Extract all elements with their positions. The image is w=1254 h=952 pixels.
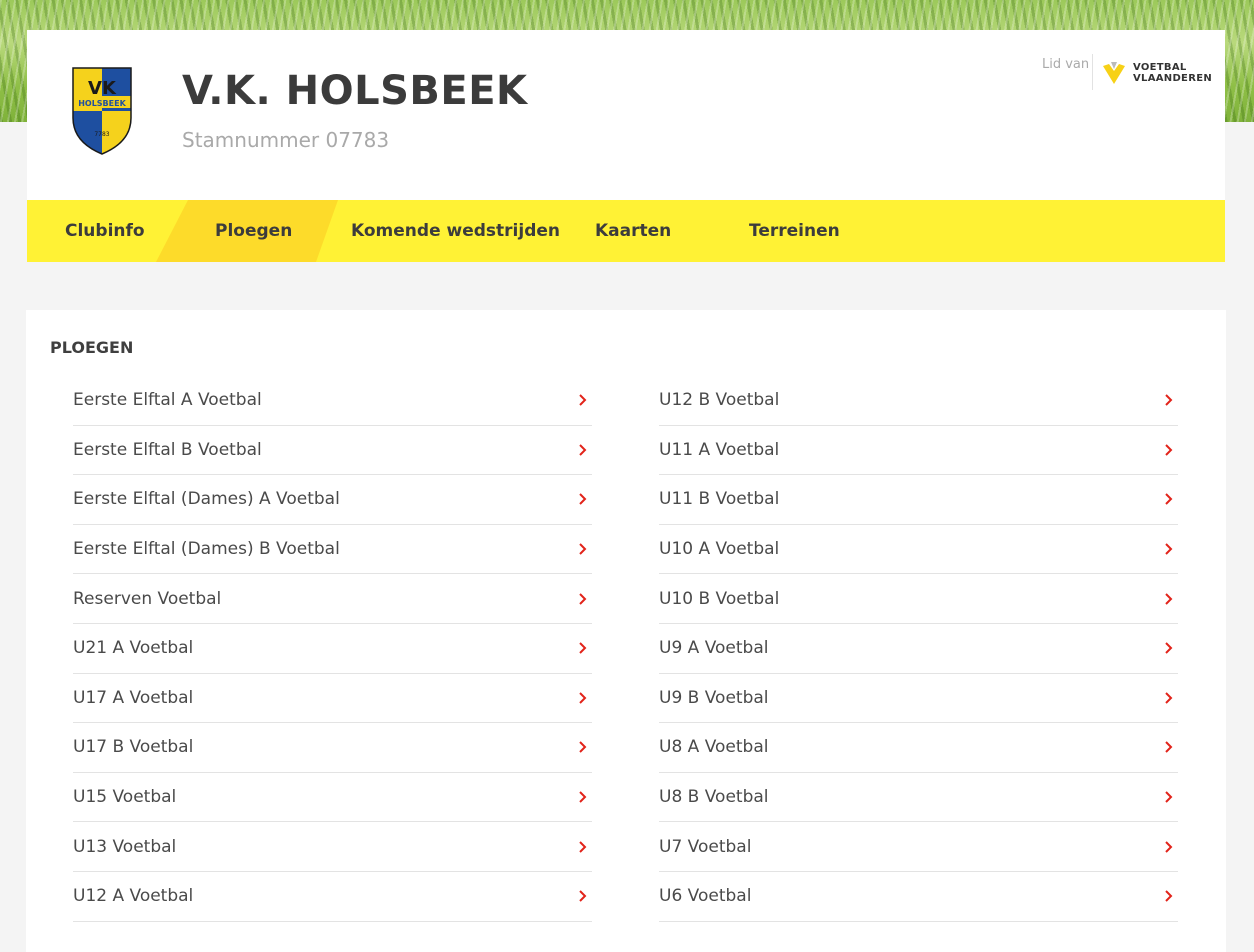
teams-card: PLOEGEN Eerste Elftal A Voetbal Eerste El… — [26, 310, 1226, 952]
chevron-right-icon — [1165, 444, 1173, 456]
chevron-right-icon — [579, 741, 587, 754]
chevron-right-icon — [579, 592, 587, 605]
team-name: U21 A Voetbal — [73, 638, 194, 659]
chevron-right-icon — [1165, 692, 1173, 704]
team-row[interactable]: U11 B Voetbal — [659, 475, 1178, 525]
club-header: VK HOLSBEEK 7783 V.K. HOLSBEEK Stamnumme… — [27, 30, 1225, 200]
team-row[interactable]: U8 B Voetbal — [659, 773, 1178, 823]
member-of-label: Lid van — [1042, 57, 1090, 72]
voetbal-vlaanderen-logo[interactable]: VOETBAL VLAANDEREN — [1101, 60, 1212, 86]
chevron-right-icon — [579, 692, 587, 704]
team-row[interactable]: U11 A Voetbal — [659, 426, 1178, 476]
chevron-right-icon — [1165, 394, 1173, 407]
team-name: U10 A Voetbal — [659, 539, 780, 560]
nav-item-kaarten[interactable]: Kaarten — [595, 200, 671, 262]
team-name: U9 A Voetbal — [659, 638, 769, 659]
chevron-right-icon — [1165, 840, 1173, 853]
chevron-right-icon — [1165, 642, 1173, 654]
team-row[interactable]: U13 Voetbal — [73, 822, 592, 872]
team-row[interactable]: Eerste Elftal A Voetbal — [73, 376, 592, 426]
team-name: U13 Voetbal — [73, 836, 177, 857]
team-name: Eerste Elftal B Voetbal — [73, 439, 262, 460]
chevron-right-icon — [1165, 493, 1173, 506]
team-name: U8 B Voetbal — [659, 787, 769, 808]
team-name: U15 Voetbal — [73, 787, 177, 808]
team-name: U6 Voetbal — [659, 886, 752, 907]
chevron-right-icon — [579, 791, 587, 803]
team-name: U12 A Voetbal — [73, 886, 194, 907]
team-row[interactable]: U10 A Voetbal — [659, 525, 1178, 575]
club-stamnummer: Stamnummer 07783 — [182, 128, 390, 152]
chevron-right-icon — [579, 394, 587, 407]
chevron-right-icon — [1165, 741, 1173, 754]
svg-text:7783: 7783 — [94, 131, 109, 138]
chevron-right-icon — [1165, 890, 1173, 902]
team-row[interactable]: U17 A Voetbal — [73, 674, 592, 724]
team-row[interactable]: U12 A Voetbal — [73, 872, 592, 922]
team-name: Reserven Voetbal — [73, 588, 222, 609]
voetbal-vlaanderen-icon — [1103, 62, 1125, 84]
team-row[interactable]: U7 Voetbal — [659, 822, 1178, 872]
chevron-right-icon — [579, 444, 587, 456]
team-name: U10 B Voetbal — [659, 588, 780, 609]
chevron-right-icon — [1165, 592, 1173, 605]
team-name: U7 Voetbal — [659, 836, 752, 857]
chevron-right-icon — [1165, 543, 1173, 555]
team-row[interactable]: Eerste Elftal B Voetbal — [73, 426, 592, 476]
team-row[interactable]: U15 Voetbal — [73, 773, 592, 823]
section-title: PLOEGEN — [50, 338, 134, 357]
team-name: Eerste Elftal (Dames) B Voetbal — [73, 539, 340, 560]
team-row[interactable]: U17 B Voetbal — [73, 723, 592, 773]
team-name: Eerste Elftal (Dames) A Voetbal — [73, 489, 340, 510]
team-row[interactable]: U12 B Voetbal — [659, 376, 1178, 426]
team-row[interactable]: U6 Voetbal — [659, 872, 1178, 922]
team-name: U11 B Voetbal — [659, 489, 780, 510]
chevron-right-icon — [579, 543, 587, 555]
nav-item-ploegen[interactable]: Ploegen — [215, 200, 292, 262]
teams-list-right: U12 B Voetbal U11 A Voetbal U11 B Voetbal U… — [659, 376, 1178, 922]
team-name: U11 A Voetbal — [659, 439, 780, 460]
team-row[interactable]: Eerste Elftal (Dames) A Voetbal — [73, 475, 592, 525]
team-name: U9 B Voetbal — [659, 687, 769, 708]
member-divider — [1092, 54, 1093, 90]
chevron-right-icon — [1165, 791, 1173, 803]
team-row[interactable]: Reserven Voetbal — [73, 574, 592, 624]
nav-item-komende-wedstrijden[interactable]: Komende wedstrijden — [351, 200, 560, 262]
team-row[interactable]: U21 A Voetbal — [73, 624, 592, 674]
team-row[interactable]: U9 B Voetbal — [659, 674, 1178, 724]
svg-text:HOLSBEEK: HOLSBEEK — [78, 99, 126, 108]
chevron-right-icon — [579, 890, 587, 902]
teams-list-left: Eerste Elftal A Voetbal Eerste Elftal B V… — [73, 376, 592, 922]
main-navigation: Clubinfo Ploegen Komende wedstrijden Kaa… — [27, 200, 1225, 262]
team-row[interactable]: U9 A Voetbal — [659, 624, 1178, 674]
team-row[interactable]: U10 B Voetbal — [659, 574, 1178, 624]
team-row[interactable]: U8 A Voetbal — [659, 723, 1178, 773]
nav-item-clubinfo[interactable]: Clubinfo — [65, 200, 145, 262]
team-name: U17 A Voetbal — [73, 687, 194, 708]
club-crest-logo: VK HOLSBEEK 7783 — [72, 67, 132, 155]
team-name: Eerste Elftal A Voetbal — [73, 390, 262, 411]
team-name: U12 B Voetbal — [659, 390, 780, 411]
team-row[interactable]: Eerste Elftal (Dames) B Voetbal — [73, 525, 592, 575]
chevron-right-icon — [579, 493, 587, 506]
voetbal-vlaanderen-text: VOETBAL VLAANDEREN — [1133, 62, 1212, 84]
nav-item-terreinen[interactable]: Terreinen — [749, 200, 840, 262]
chevron-right-icon — [579, 840, 587, 853]
team-name: U8 A Voetbal — [659, 737, 769, 758]
chevron-right-icon — [579, 642, 587, 654]
svg-text:VK: VK — [88, 78, 117, 99]
team-name: U17 B Voetbal — [73, 737, 194, 758]
club-name: V.K. HOLSBEEK — [182, 68, 528, 114]
